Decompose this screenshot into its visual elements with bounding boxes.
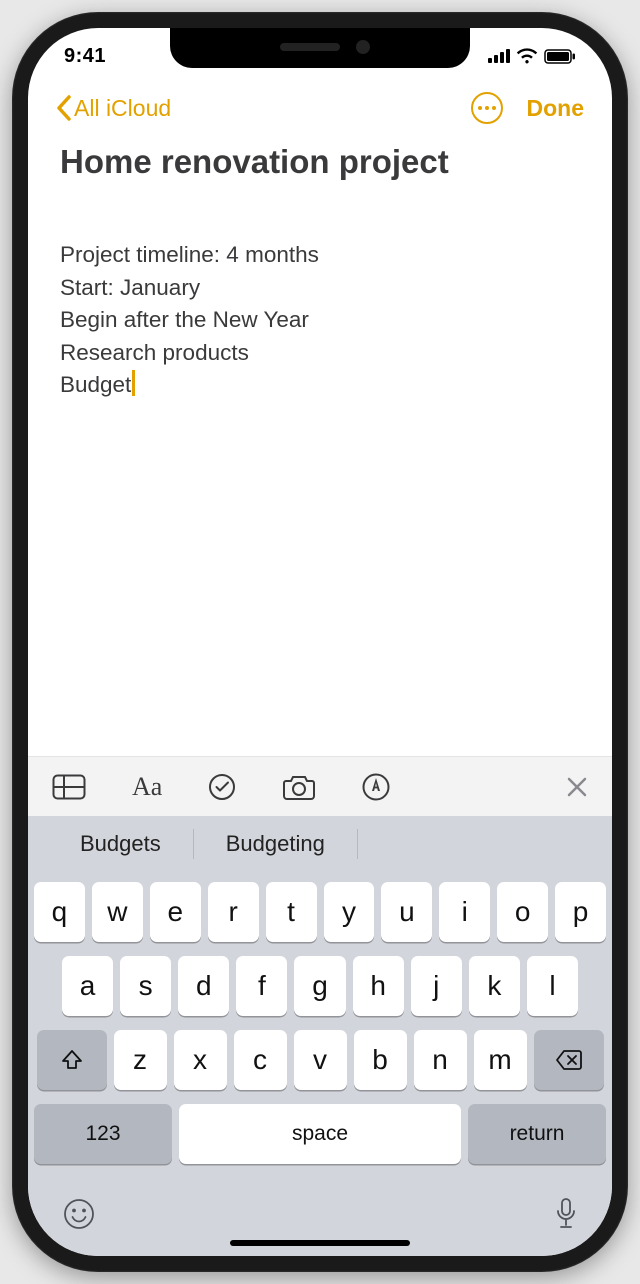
numbers-key[interactable]: 123: [34, 1104, 172, 1164]
device-frame: 9:41 All iCloud Done: [12, 12, 628, 1272]
key-z[interactable]: z: [114, 1030, 167, 1090]
key-r[interactable]: r: [208, 882, 259, 942]
nav-bar: All iCloud Done: [28, 84, 612, 136]
camera-button[interactable]: [282, 774, 316, 800]
notch: [170, 28, 470, 68]
emoji-button[interactable]: [62, 1197, 96, 1236]
key-h[interactable]: h: [353, 956, 404, 1016]
done-button[interactable]: Done: [527, 95, 585, 122]
status-time: 9:41: [64, 45, 106, 68]
suggestion-divider: [357, 829, 358, 859]
home-indicator[interactable]: [230, 1240, 410, 1246]
key-l[interactable]: l: [527, 956, 578, 1016]
keyboard-area: Aa Budgets Budgeting: [28, 756, 612, 1256]
key-t[interactable]: t: [266, 882, 317, 942]
key-row-4: 123 space return: [34, 1104, 606, 1164]
suggestion-2[interactable]: Budgeting: [194, 831, 357, 857]
text-cursor: [132, 370, 135, 396]
keyboard-bottom-row: [34, 1178, 606, 1248]
key-w[interactable]: w: [92, 882, 143, 942]
cellular-icon: [488, 49, 510, 63]
key-row-2: a s d f g h j k l: [34, 956, 606, 1016]
key-c[interactable]: c: [234, 1030, 287, 1090]
return-key[interactable]: return: [468, 1104, 606, 1164]
key-b[interactable]: b: [354, 1030, 407, 1090]
note-title[interactable]: Home renovation project: [60, 144, 580, 180]
back-label: All iCloud: [74, 95, 171, 122]
key-d[interactable]: d: [178, 956, 229, 1016]
key-u[interactable]: u: [381, 882, 432, 942]
key-y[interactable]: y: [324, 882, 375, 942]
key-n[interactable]: n: [414, 1030, 467, 1090]
backspace-key[interactable]: [534, 1030, 604, 1090]
key-row-1: q w e r t y u i o p: [34, 882, 606, 942]
table-button[interactable]: [52, 774, 86, 800]
space-key[interactable]: space: [179, 1104, 461, 1164]
text-format-button[interactable]: Aa: [132, 772, 162, 802]
note-body[interactable]: Project timeline: 4 months Start: Januar…: [60, 206, 580, 402]
screen: 9:41 All iCloud Done: [28, 28, 612, 1256]
dictation-button[interactable]: [554, 1197, 578, 1236]
ellipsis-icon: [478, 106, 496, 110]
keyboard: q w e r t y u i o p a s d f g h: [28, 872, 612, 1256]
key-k[interactable]: k: [469, 956, 520, 1016]
battery-icon: [544, 49, 576, 64]
key-m[interactable]: m: [474, 1030, 527, 1090]
checklist-button[interactable]: [208, 773, 236, 801]
wifi-icon: [516, 48, 538, 64]
suggestion-1[interactable]: Budgets: [48, 831, 193, 857]
key-p[interactable]: p: [555, 882, 606, 942]
notes-toolbar: Aa: [28, 756, 612, 816]
more-button[interactable]: [471, 92, 503, 124]
key-g[interactable]: g: [294, 956, 345, 1016]
key-a[interactable]: a: [62, 956, 113, 1016]
key-o[interactable]: o: [497, 882, 548, 942]
key-row-3: z x c v b n m: [34, 1030, 606, 1090]
markup-button[interactable]: [362, 773, 390, 801]
key-j[interactable]: j: [411, 956, 462, 1016]
suggestion-bar: Budgets Budgeting: [28, 816, 612, 872]
note-editor[interactable]: Home renovation project Project timeline…: [28, 136, 612, 402]
key-e[interactable]: e: [150, 882, 201, 942]
key-x[interactable]: x: [174, 1030, 227, 1090]
close-toolbar-button[interactable]: [566, 776, 588, 798]
key-i[interactable]: i: [439, 882, 490, 942]
shift-key[interactable]: [37, 1030, 107, 1090]
key-v[interactable]: v: [294, 1030, 347, 1090]
key-f[interactable]: f: [236, 956, 287, 1016]
key-s[interactable]: s: [120, 956, 171, 1016]
key-q[interactable]: q: [34, 882, 85, 942]
back-button[interactable]: All iCloud: [56, 95, 171, 122]
